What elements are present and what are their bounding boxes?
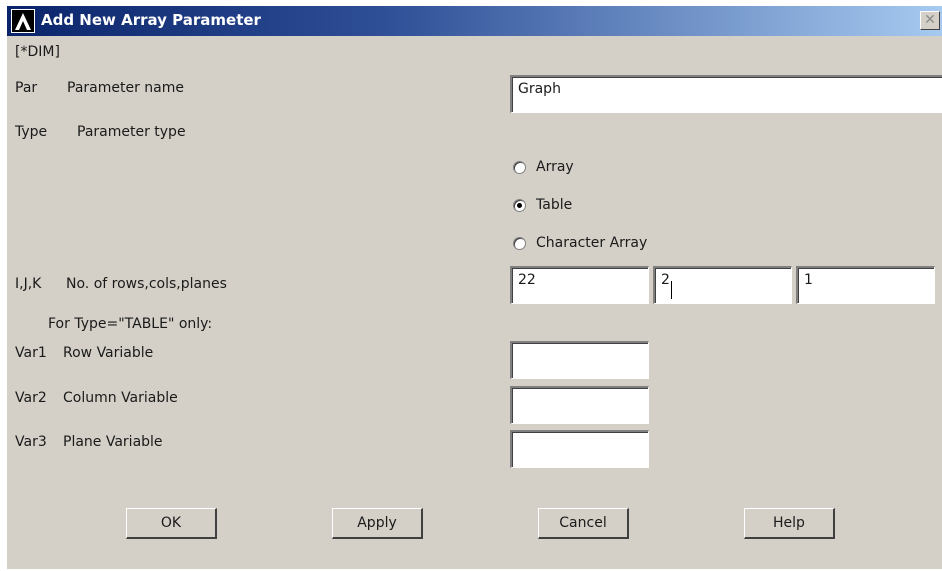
radio-character-array-label: Character Array [536, 235, 648, 251]
radio-character-array[interactable]: Character Array [513, 235, 647, 251]
apply-button-label: Apply [357, 515, 397, 531]
planes-value: 1 [804, 272, 813, 288]
rows-cols-planes-label: No. of rows,cols,planes [66, 276, 227, 292]
radio-array[interactable]: Array [513, 159, 574, 175]
rows-input[interactable]: 22 [510, 266, 649, 304]
par-code: Par [15, 80, 38, 96]
ijk-code: I,J,K [15, 276, 42, 292]
radio-array-button[interactable] [513, 160, 526, 174]
radio-array-label: Array [536, 159, 574, 175]
planes-input[interactable]: 1 [796, 266, 935, 304]
title-bar[interactable]: Add New Array Parameter ✕ [7, 6, 942, 36]
radio-character-array-button[interactable] [513, 236, 526, 250]
type-code: Type [15, 124, 48, 140]
window-title: Add New Array Parameter [41, 11, 261, 29]
var1-code: Var1 [15, 345, 47, 361]
row-variable-label: Row Variable [63, 345, 154, 361]
radio-selected-dot [517, 202, 522, 208]
row-variable-input[interactable] [510, 341, 649, 379]
plane-variable-label: Plane Variable [63, 434, 163, 450]
ansys-logo-icon [11, 9, 35, 33]
ok-button-label: OK [160, 515, 182, 531]
ok-button[interactable]: OK [126, 508, 217, 539]
apply-button[interactable]: Apply [332, 508, 423, 539]
radio-table[interactable]: Table [513, 197, 572, 213]
parameter-name-label: Parameter name [67, 80, 184, 96]
table-only-note: For Type="TABLE" only: [48, 316, 213, 332]
cancel-button-label: Cancel [559, 515, 607, 531]
help-button[interactable]: Help [744, 508, 835, 539]
plane-variable-input[interactable] [510, 430, 649, 468]
rows-value: 22 [518, 272, 536, 288]
cancel-button[interactable]: Cancel [538, 508, 629, 539]
close-icon: ✕ [924, 12, 936, 28]
dialog-window: Add New Array Parameter ✕ [*DIM] Par Par… [6, 5, 942, 569]
cols-value: 2 [661, 272, 670, 288]
text-caret [671, 281, 672, 299]
var2-code: Var2 [15, 390, 47, 406]
radio-table-label: Table [536, 197, 573, 213]
help-button-label: Help [773, 515, 805, 531]
cols-input[interactable]: 2 [653, 266, 792, 304]
parameter-name-value: Graph [518, 81, 561, 97]
column-variable-input[interactable] [510, 386, 649, 424]
var3-code: Var3 [15, 434, 47, 450]
radio-table-button[interactable] [513, 198, 526, 212]
close-button[interactable]: ✕ [920, 11, 940, 30]
parameter-type-label: Parameter type [77, 124, 186, 140]
column-variable-label: Column Variable [63, 390, 178, 406]
parameter-name-input[interactable]: Graph [510, 75, 942, 113]
command-label: [*DIM] [15, 44, 60, 60]
